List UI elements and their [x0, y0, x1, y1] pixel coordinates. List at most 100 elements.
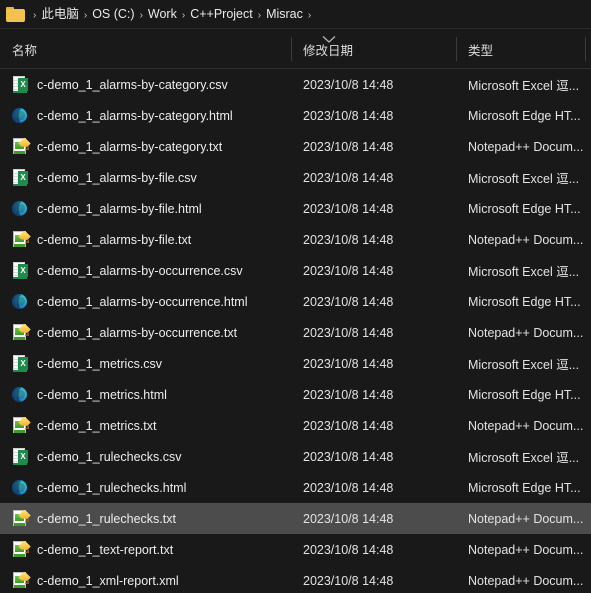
breadcrumb-separator: ›	[257, 10, 262, 21]
file-row[interactable]: Xc-demo_1_alarms-by-occurrence.csv 2023/1…	[0, 255, 591, 286]
breadcrumb-separator: ›	[139, 10, 143, 21]
file-row[interactable]: Xc-demo_1_alarms-by-file.csv 2023/10/8 14…	[0, 162, 591, 193]
file-date-modified: 2023/10/8 14:48	[303, 294, 394, 309]
notepadpp-icon	[12, 138, 28, 155]
folder-icon	[6, 6, 25, 22]
file-name-cell[interactable]: c-demo_1_alarms-by-occurrence.html	[12, 293, 290, 310]
file-name-label: c-demo_1_rulechecks.html	[37, 480, 187, 495]
file-name-cell[interactable]: c-demo_1_metrics.txt	[12, 417, 290, 434]
file-name-label: c-demo_1_alarms-by-category.html	[37, 108, 233, 123]
file-row[interactable]: c-demo_1_alarms-by-category.txt 2023/10/8…	[0, 131, 591, 162]
file-type: Notepad++ Docum...	[468, 418, 584, 433]
notepadpp-icon	[12, 231, 28, 248]
file-name-label: c-demo_1_metrics.txt	[37, 418, 157, 433]
file-type: Notepad++ Docum...	[468, 573, 584, 588]
breadcrumb-item-os-c[interactable]: OS (C:)	[92, 7, 134, 21]
file-name-label: c-demo_1_alarms-by-occurrence.html	[37, 294, 248, 309]
file-date-modified: 2023/10/8 14:48	[303, 139, 394, 154]
notepadpp-icon	[12, 510, 28, 527]
file-name-label: c-demo_1_alarms-by-occurrence.txt	[37, 325, 238, 340]
file-row[interactable]: c-demo_1_metrics.html 2023/10/8 14:48 Micr…	[0, 379, 591, 410]
column-header-date-modified-label: 修改日期	[303, 43, 354, 58]
file-date-modified: 2023/10/8 14:48	[303, 108, 394, 123]
file-row[interactable]: c-demo_1_metrics.txt 2023/10/8 14:48 Notep…	[0, 410, 591, 441]
file-date-modified: 2023/10/8 14:48	[303, 542, 394, 557]
file-date-modified: 2023/10/8 14:48	[303, 573, 394, 588]
file-name-cell[interactable]: c-demo_1_alarms-by-category.txt	[12, 138, 290, 155]
breadcrumb-item-misrac[interactable]: Misrac	[266, 7, 303, 21]
file-row[interactable]: c-demo_1_rulechecks.txt 2023/10/8 14:48 No…	[0, 503, 591, 534]
file-name-label: c-demo_1_alarms-by-file.html	[37, 201, 202, 216]
notepadpp-icon	[12, 541, 28, 558]
file-date-modified: 2023/10/8 14:48	[303, 325, 394, 340]
file-row[interactable]: Xc-demo_1_rulechecks.csv 2023/10/8 14:48 M…	[0, 441, 591, 472]
file-name-label: c-demo_1_alarms-by-occurrence.csv	[37, 263, 243, 278]
file-name-label: c-demo_1_metrics.csv	[37, 356, 163, 371]
excel-csv-icon: X	[12, 355, 28, 372]
file-date-modified: 2023/10/8 14:48	[303, 356, 394, 371]
file-row[interactable]: c-demo_1_rulechecks.html 2023/10/8 14:48 M…	[0, 472, 591, 503]
file-name-cell[interactable]: c-demo_1_alarms-by-occurrence.txt	[12, 324, 290, 341]
notepadpp-icon	[12, 572, 28, 589]
file-name-label: c-demo_1_rulechecks.txt	[37, 511, 176, 526]
file-name-cell[interactable]: Xc-demo_1_metrics.csv	[12, 355, 290, 372]
file-name-label: c-demo_1_alarms-by-category.txt	[37, 139, 223, 154]
excel-csv-icon: X	[12, 76, 28, 93]
column-divider[interactable]	[585, 37, 586, 61]
breadcrumb-item-[interactable]: 此电脑	[41, 7, 79, 21]
file-type: Microsoft Excel 逗...	[468, 172, 580, 186]
microsoft-edge-icon	[12, 107, 28, 124]
file-type: Notepad++ Docum...	[468, 232, 584, 247]
file-name-cell[interactable]: Xc-demo_1_alarms-by-category.csv	[12, 76, 290, 93]
file-name-label: c-demo_1_alarms-by-category.csv	[37, 77, 228, 92]
file-name-cell[interactable]: c-demo_1_alarms-by-file.txt	[12, 231, 290, 248]
file-name-label: c-demo_1_metrics.html	[37, 387, 167, 402]
breadcrumb-item-c-project[interactable]: C++Project	[190, 7, 253, 21]
file-date-modified: 2023/10/8 14:48	[303, 511, 394, 526]
file-type: Microsoft Excel 逗...	[468, 265, 580, 279]
file-row[interactable]: c-demo_1_alarms-by-occurrence.html 2023/1…	[0, 286, 591, 317]
file-name-cell[interactable]: c-demo_1_alarms-by-category.html	[12, 107, 290, 124]
file-row[interactable]: c-demo_1_text-report.txt 2023/10/8 14:48 N…	[0, 534, 591, 565]
column-header-type[interactable]: 类型	[456, 29, 585, 69]
file-list[interactable]: Xc-demo_1_alarms-by-category.csv 2023/10/…	[0, 69, 591, 593]
file-name-cell[interactable]: Xc-demo_1_rulechecks.csv	[12, 448, 290, 465]
file-row[interactable]: c-demo_1_alarms-by-category.html 2023/10/…	[0, 100, 591, 131]
file-name-cell[interactable]: c-demo_1_text-report.txt	[12, 541, 290, 558]
excel-csv-icon: X	[12, 448, 28, 465]
microsoft-edge-icon	[12, 293, 28, 310]
breadcrumb-item-work[interactable]: Work	[148, 7, 177, 21]
file-name-cell[interactable]: Xc-demo_1_alarms-by-file.csv	[12, 169, 290, 186]
file-name-cell[interactable]: c-demo_1_rulechecks.txt	[12, 510, 290, 527]
file-name-cell[interactable]: c-demo_1_xml-report.xml	[12, 572, 290, 589]
column-header-name[interactable]: 名称	[12, 29, 290, 69]
file-name-label: c-demo_1_rulechecks.csv	[37, 449, 182, 464]
file-row[interactable]: c-demo_1_alarms-by-file.txt 2023/10/8 14:…	[0, 224, 591, 255]
file-name-cell[interactable]: c-demo_1_alarms-by-file.html	[12, 200, 290, 217]
file-row[interactable]: c-demo_1_alarms-by-file.html 2023/10/8 14…	[0, 193, 591, 224]
breadcrumb: › 此电脑 › OS (C:) › Work › C++Project › Misrac ›	[28, 5, 316, 23]
file-name-label: c-demo_1_alarms-by-file.txt	[37, 232, 192, 247]
column-header-date-modified[interactable]: 修改日期	[291, 29, 455, 69]
breadcrumb-separator: ›	[181, 10, 186, 21]
file-date-modified: 2023/10/8 14:48	[303, 449, 394, 464]
file-date-modified: 2023/10/8 14:48	[303, 480, 394, 495]
column-header-row: 名称 修改日期 类型	[0, 29, 591, 69]
file-type: Notepad++ Docum...	[468, 511, 584, 526]
file-name-label: c-demo_1_xml-report.xml	[37, 573, 179, 588]
file-row[interactable]: c-demo_1_alarms-by-occurrence.txt 2023/10…	[0, 317, 591, 348]
file-type: Notepad++ Docum...	[468, 325, 584, 340]
breadcrumb-separator: ›	[307, 10, 312, 21]
file-row[interactable]: Xc-demo_1_metrics.csv 2023/10/8 14:48 Micr…	[0, 348, 591, 379]
file-name-cell[interactable]: c-demo_1_rulechecks.html	[12, 479, 290, 496]
breadcrumb-bar: › 此电脑 › OS (C:) › Work › C++Project › Misrac ›	[0, 0, 591, 29]
file-name-cell[interactable]: c-demo_1_metrics.html	[12, 386, 290, 403]
file-date-modified: 2023/10/8 14:48	[303, 77, 394, 92]
file-row[interactable]: Xc-demo_1_alarms-by-category.csv 2023/10/…	[0, 69, 591, 100]
file-type: Microsoft Edge HT...	[468, 294, 581, 309]
breadcrumb-separator: ›	[83, 10, 88, 21]
file-type: Microsoft Edge HT...	[468, 201, 581, 216]
file-name-cell[interactable]: Xc-demo_1_alarms-by-occurrence.csv	[12, 262, 290, 279]
file-row[interactable]: c-demo_1_xml-report.xml 2023/10/8 14:48 No…	[0, 565, 591, 593]
file-date-modified: 2023/10/8 14:48	[303, 263, 394, 278]
